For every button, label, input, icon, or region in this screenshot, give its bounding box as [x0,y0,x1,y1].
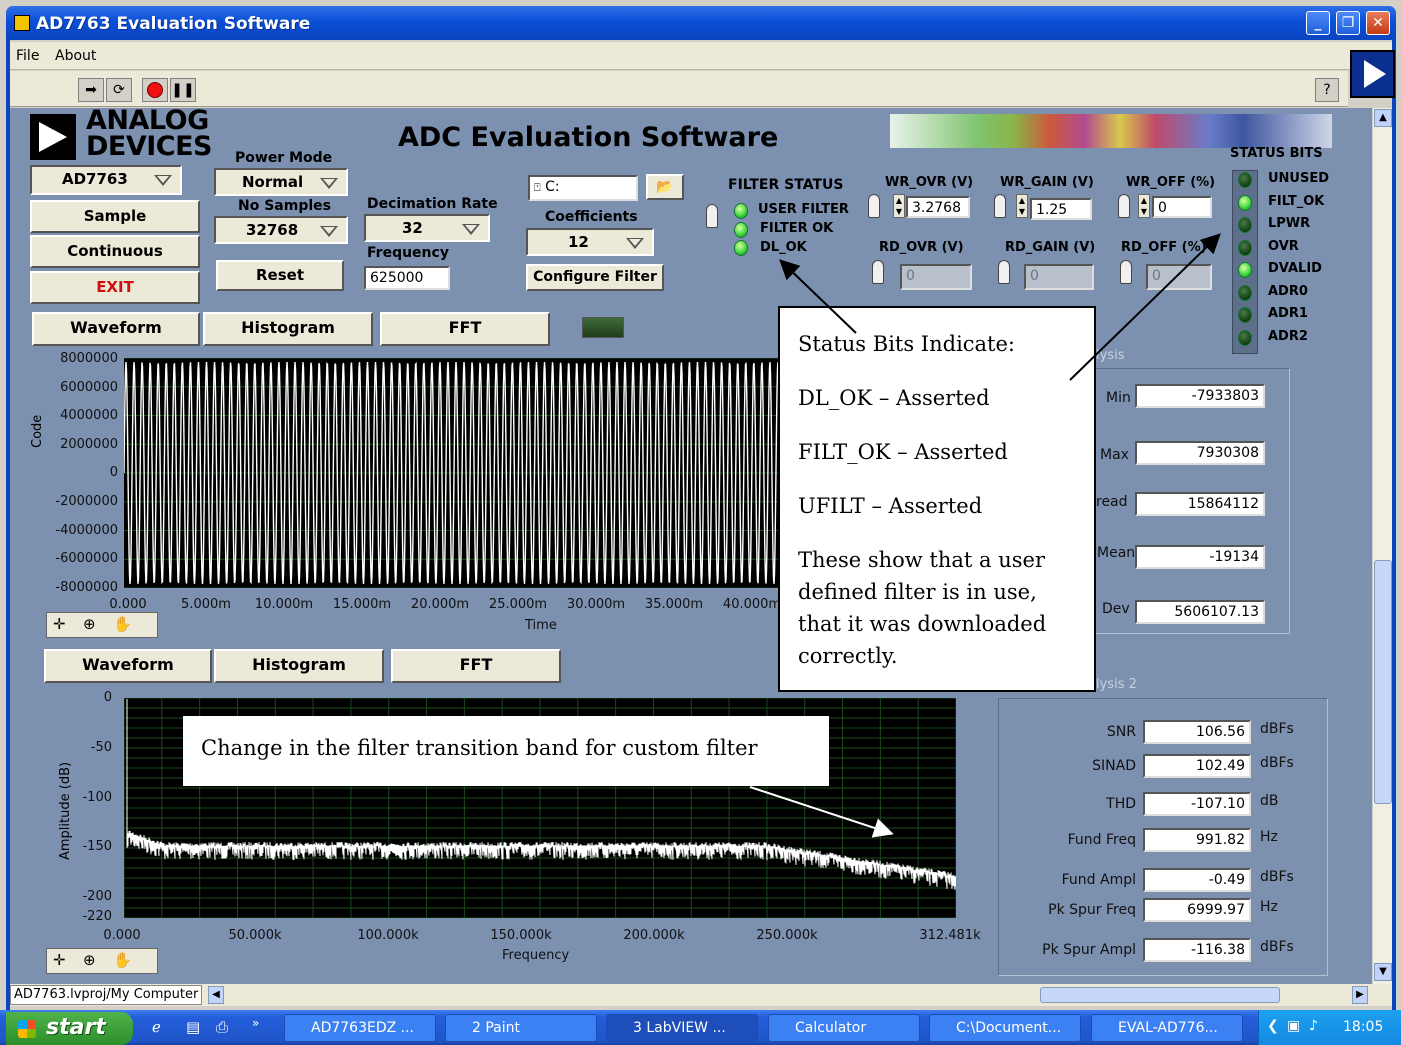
status-bar: AD7763.lvproj/My Computer ◀ ▶ [10,984,1392,1006]
taskbar-task[interactable]: 3 LabVIEW ... [606,1014,758,1042]
system-tray: ❮ ▣ ♪ 18:05 [1258,1010,1401,1045]
project-path: AD7763.lvproj/My Computer [10,985,203,1005]
tray-expand-icon[interactable]: ❮ [1267,1018,1279,1034]
tray-volume-icon[interactable]: ♪ [1309,1018,1318,1034]
arrow-to-filter-status [779,259,857,334]
quick-launch-more-icon[interactable]: » [252,1016,259,1030]
clock: 18:05 [1343,1019,1384,1035]
scroll-right-icon[interactable]: ▶ [1352,986,1368,1004]
taskbar-task[interactable]: Calculator [768,1014,920,1042]
tray-network-icon[interactable]: ▣ [1287,1018,1300,1034]
quick-launch-printer-icon[interactable]: ⎙ [216,1018,228,1036]
scroll-left-icon[interactable]: ◀ [208,986,224,1004]
start-button[interactable]: start [6,1012,133,1045]
taskbar-task[interactable]: AD7763EDZ ... [284,1014,436,1042]
start-label: start [46,1015,106,1040]
quick-launch-ie-icon[interactable]: ℯ [152,1018,161,1036]
taskbar-task[interactable]: EVAL-AD776... [1091,1014,1243,1042]
arrow-to-transition-band [749,786,894,838]
horizontal-scroll-thumb[interactable] [1040,987,1280,1003]
quick-launch-notepad-icon[interactable]: ▤ [186,1018,200,1036]
taskbar: start ℯ ▤ ⎙ » AD7763EDZ ... 2 Paint 3 LabV… [0,1010,1401,1045]
taskbar-task[interactable]: 2 Paint [445,1014,597,1042]
callout-arrows [749,233,1221,838]
arrow-to-status-bits [1069,233,1221,381]
windows-logo-icon [18,1020,36,1038]
taskbar-task[interactable]: C:\Document... [929,1014,1081,1042]
